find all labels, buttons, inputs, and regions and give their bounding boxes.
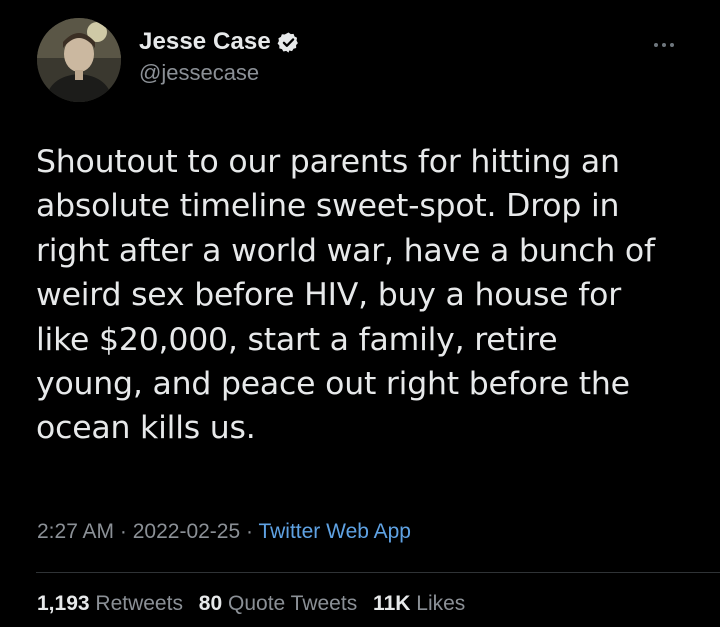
more-options-icon[interactable] xyxy=(654,34,684,47)
tweet-text: Shoutout to our parents for hitting an a… xyxy=(36,140,696,451)
tweet-meta: 2:27 AM · 2022-02-25 · Twitter Web App xyxy=(37,520,411,544)
more-dot xyxy=(654,43,658,47)
meta-separator: · xyxy=(114,520,133,543)
divider xyxy=(36,572,720,573)
tweet-time[interactable]: 2:27 AM xyxy=(37,520,114,543)
avatar[interactable] xyxy=(37,18,121,102)
tweet-header: Jesse Case @jessecase xyxy=(37,18,300,102)
tweet-text-line: young, and peace out right before the xyxy=(36,366,630,403)
likes-stat[interactable]: 11K Likes xyxy=(373,592,465,615)
retweets-count: 1,193 xyxy=(37,592,90,615)
quote-tweets-stat[interactable]: 80 Quote Tweets xyxy=(199,592,357,615)
quote-tweets-label: Quote Tweets xyxy=(228,592,358,615)
verified-badge-icon xyxy=(277,31,300,54)
tweet-text-line: weird sex before HIV, buy a house for xyxy=(36,277,621,314)
tweet-source-app[interactable]: Twitter Web App xyxy=(258,520,411,543)
avatar-image xyxy=(37,18,121,102)
user-handle[interactable]: @jessecase xyxy=(139,60,300,86)
retweets-label: Retweets xyxy=(95,592,183,615)
display-name-row: Jesse Case xyxy=(139,28,300,56)
retweets-stat[interactable]: 1,193 Retweets xyxy=(37,592,183,615)
tweet-date[interactable]: 2022-02-25 xyxy=(133,520,240,543)
tweet-text-line: absolute timeline sweet-spot. Drop in xyxy=(36,188,620,225)
likes-label: Likes xyxy=(416,592,466,615)
tweet-card: Jesse Case @jessecase Shoutout to our pa… xyxy=(0,0,720,627)
tweet-stats: 1,193 Retweets 80 Quote Tweets 11K Likes xyxy=(37,592,475,616)
tweet-text-line: right after a world war, have a bunch of xyxy=(36,232,655,269)
tweet-text-line: Shoutout to our parents for hitting an xyxy=(36,144,620,180)
meta-separator: · xyxy=(240,520,259,543)
quote-tweets-count: 80 xyxy=(198,592,223,615)
more-dot xyxy=(670,43,674,47)
display-name[interactable]: Jesse Case xyxy=(139,28,271,56)
tweet-text-line: ocean kills us. xyxy=(36,410,256,447)
user-names: Jesse Case @jessecase xyxy=(139,28,300,86)
tweet-text-line: like $20,000, start a family, retire xyxy=(36,321,558,358)
more-dot xyxy=(662,43,666,47)
likes-count: 11K xyxy=(373,592,411,615)
